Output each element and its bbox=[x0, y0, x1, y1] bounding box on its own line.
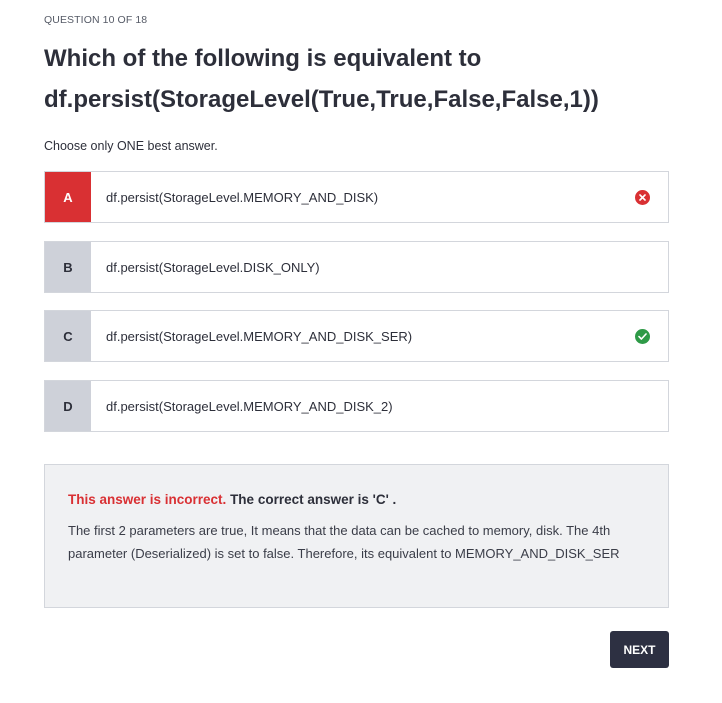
option-text: df.persist(StorageLevel.MEMORY_AND_DISK_… bbox=[106, 328, 413, 344]
feedback-explanation: The first 2 parameters are true, It mean… bbox=[68, 523, 620, 561]
incorrect-label: This answer is incorrect. bbox=[68, 492, 227, 507]
option-c[interactable]: C df.persist(StorageLevel.MEMORY_AND_DIS… bbox=[44, 310, 669, 362]
correct-answer-label: The correct answer is 'C' . bbox=[226, 492, 397, 507]
option-status bbox=[616, 242, 668, 292]
option-status bbox=[616, 311, 668, 361]
option-b[interactable]: B df.persist(StorageLevel.DISK_ONLY) bbox=[44, 241, 669, 293]
question-title-line-2: df.persist(StorageLevel(True,True,False,… bbox=[44, 86, 599, 113]
x-circle-icon bbox=[634, 189, 650, 205]
option-status bbox=[616, 381, 668, 431]
option-letter: B bbox=[45, 242, 91, 292]
option-status bbox=[616, 172, 668, 222]
option-d[interactable]: D df.persist(StorageLevel.MEMORY_AND_DIS… bbox=[44, 380, 669, 432]
option-a[interactable]: A df.persist(StorageLevel.MEMORY_AND_DIS… bbox=[44, 171, 669, 223]
option-text: df.persist(StorageLevel.DISK_ONLY) bbox=[106, 259, 320, 275]
next-button[interactable]: NEXT bbox=[610, 631, 669, 668]
check-circle-icon bbox=[634, 328, 650, 344]
question-title: Which of the following is equivalent to … bbox=[44, 38, 684, 120]
answer-instruction: Choose only ONE best answer. bbox=[44, 139, 218, 153]
option-letter: C bbox=[45, 311, 91, 361]
question-counter: QUESTION 10 OF 18 bbox=[44, 14, 148, 26]
question-title-line-1: Which of the following is equivalent to bbox=[44, 45, 482, 72]
option-letter: D bbox=[45, 381, 91, 431]
option-text: df.persist(StorageLevel.MEMORY_AND_DISK_… bbox=[106, 398, 393, 414]
option-letter: A bbox=[45, 172, 91, 222]
option-text: df.persist(StorageLevel.MEMORY_AND_DISK) bbox=[106, 189, 379, 205]
feedback-verdict: This answer is incorrect. The correct an… bbox=[68, 491, 646, 509]
feedback-panel: This answer is incorrect. The correct an… bbox=[44, 464, 669, 608]
